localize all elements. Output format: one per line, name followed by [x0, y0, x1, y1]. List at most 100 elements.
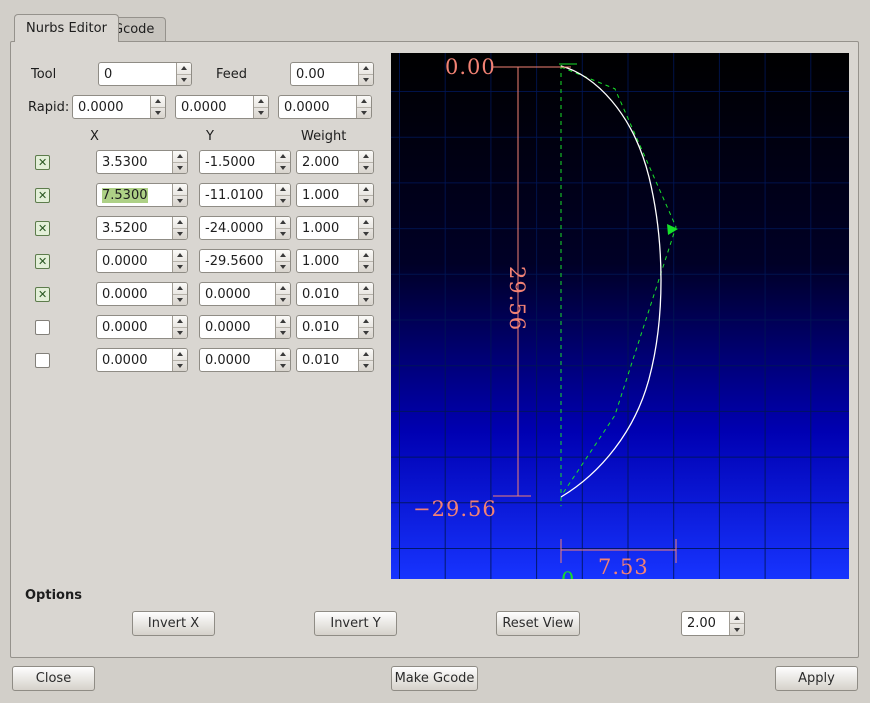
spin-up-button[interactable] — [359, 283, 373, 295]
spin-down-button[interactable] — [173, 328, 187, 339]
invert-x-button[interactable]: Invert X — [132, 611, 215, 636]
feed-spinbox[interactable]: 0.00 — [290, 62, 374, 86]
point-x-spinbox[interactable]: 3.5200 — [96, 216, 188, 240]
spin-up-button[interactable] — [359, 184, 373, 196]
rapid-x-spinbox[interactable]: 0.0000 — [72, 95, 166, 119]
rapid-y-spinbox[interactable]: 0.0000 — [175, 95, 269, 119]
spin-down-button[interactable] — [359, 328, 373, 339]
points-table: 3.5300 -1.5000 2.000 7.5300 -11.0100 1.0… — [11, 150, 391, 382]
point-enabled-checkbox[interactable] — [35, 188, 50, 203]
spin-up-button[interactable] — [173, 283, 187, 295]
point-y-spinbox[interactable]: -11.0100 — [199, 183, 291, 207]
spin-up-button[interactable] — [276, 283, 290, 295]
point-enabled-checkbox[interactable] — [35, 287, 50, 302]
point-weight-spinbox[interactable]: 1.000 — [296, 183, 374, 207]
spin-down-button[interactable] — [276, 196, 290, 207]
spin-up-button[interactable] — [173, 217, 187, 229]
spin-up-button[interactable] — [173, 316, 187, 328]
spin-up-button[interactable] — [359, 151, 373, 163]
point-y-spinbox[interactable]: -24.0000 — [199, 216, 291, 240]
spin-up-button[interactable] — [173, 184, 187, 196]
make-gcode-button[interactable]: Make Gcode — [391, 666, 478, 691]
nurbs-plot[interactable]: 0 0.00 29.56 −29.56 7.53 — [391, 53, 849, 579]
point-y-spinbox[interactable]: 0.0000 — [199, 348, 291, 372]
point-enabled-checkbox[interactable] — [35, 221, 50, 236]
spin-up-button[interactable] — [173, 349, 187, 361]
spin-down-button[interactable] — [359, 361, 373, 372]
rapid-z-spinbox[interactable]: 0.0000 — [278, 95, 372, 119]
point-x-spinbox[interactable]: 3.5300 — [96, 150, 188, 174]
spin-up-button[interactable] — [173, 250, 187, 262]
point-x-spinbox[interactable]: 7.5300 — [96, 183, 188, 207]
point-weight-spinbox[interactable]: 0.010 — [296, 348, 374, 372]
point-weight-spinbox[interactable]: 1.000 — [296, 249, 374, 273]
point-weight-spinbox[interactable]: 2.000 — [296, 150, 374, 174]
spin-up-button[interactable] — [730, 612, 744, 624]
point-enabled-checkbox[interactable] — [35, 353, 50, 368]
spin-down-button[interactable] — [359, 196, 373, 207]
close-button[interactable]: Close — [12, 666, 95, 691]
spin-down-button[interactable] — [359, 229, 373, 240]
spin-down-button[interactable] — [276, 295, 290, 306]
spin-down-button[interactable] — [359, 262, 373, 273]
spin-down-button[interactable] — [254, 108, 268, 119]
spin-up-button[interactable] — [276, 250, 290, 262]
point-weight-spinbox[interactable]: 1.000 — [296, 216, 374, 240]
spin-down-button[interactable] — [173, 295, 187, 306]
spin-down-button[interactable] — [173, 262, 187, 273]
spin-down-button[interactable] — [730, 624, 744, 635]
spin-down-button[interactable] — [151, 108, 165, 119]
spin-up-button[interactable] — [151, 96, 165, 108]
scale-spinbox[interactable]: 2.00 — [681, 611, 745, 636]
spin-down-button[interactable] — [359, 163, 373, 174]
spin-down-button[interactable] — [173, 229, 187, 240]
point-x-spinbox[interactable]: 0.0000 — [96, 249, 188, 273]
tab-nurbs-editor[interactable]: Nurbs Editor — [14, 14, 119, 42]
reset-view-button[interactable]: Reset View — [496, 611, 580, 636]
point-weight-value: 0.010 — [302, 319, 340, 335]
point-x-spinbox[interactable]: 0.0000 — [96, 348, 188, 372]
spin-up-button[interactable] — [276, 349, 290, 361]
spin-down-button[interactable] — [276, 229, 290, 240]
point-x-spinbox[interactable]: 0.0000 — [96, 315, 188, 339]
point-weight-spinbox[interactable]: 0.010 — [296, 315, 374, 339]
point-enabled-checkbox[interactable] — [35, 254, 50, 269]
spin-down-button[interactable] — [173, 196, 187, 207]
spin-up-button[interactable] — [173, 151, 187, 163]
spin-down-button[interactable] — [173, 163, 187, 174]
spin-down-button[interactable] — [276, 328, 290, 339]
point-x-spinbox[interactable]: 0.0000 — [96, 282, 188, 306]
spin-up-button[interactable] — [276, 151, 290, 163]
point-enabled-checkbox[interactable] — [35, 155, 50, 170]
spin-up-button[interactable] — [254, 96, 268, 108]
point-y-spinbox[interactable]: -29.5600 — [199, 249, 291, 273]
apply-button[interactable]: Apply — [775, 666, 858, 691]
spin-up-button[interactable] — [177, 63, 191, 75]
point-weight-value: 0.010 — [302, 352, 340, 368]
spin-down-button[interactable] — [359, 75, 373, 86]
spin-down-button[interactable] — [276, 262, 290, 273]
spin-down-button[interactable] — [357, 108, 371, 119]
spin-down-button[interactable] — [173, 361, 187, 372]
spin-up-button[interactable] — [276, 184, 290, 196]
spin-down-button[interactable] — [276, 163, 290, 174]
point-y-spinbox[interactable]: 0.0000 — [199, 315, 291, 339]
spin-up-button[interactable] — [359, 63, 373, 75]
spin-up-button[interactable] — [357, 96, 371, 108]
invert-y-button[interactable]: Invert Y — [314, 611, 397, 636]
spin-up-button[interactable] — [359, 349, 373, 361]
spin-down-button[interactable] — [177, 75, 191, 86]
spin-up-button[interactable] — [359, 217, 373, 229]
spin-up-button[interactable] — [359, 316, 373, 328]
tool-spinbox[interactable]: 0 — [98, 62, 192, 86]
point-y-value: -24.0000 — [205, 220, 264, 236]
point-y-spinbox[interactable]: 0.0000 — [199, 282, 291, 306]
spin-up-button[interactable] — [276, 217, 290, 229]
spin-up-button[interactable] — [276, 316, 290, 328]
point-weight-spinbox[interactable]: 0.010 — [296, 282, 374, 306]
spin-up-button[interactable] — [359, 250, 373, 262]
point-enabled-checkbox[interactable] — [35, 320, 50, 335]
spin-down-button[interactable] — [276, 361, 290, 372]
point-y-spinbox[interactable]: -1.5000 — [199, 150, 291, 174]
spin-down-button[interactable] — [359, 295, 373, 306]
